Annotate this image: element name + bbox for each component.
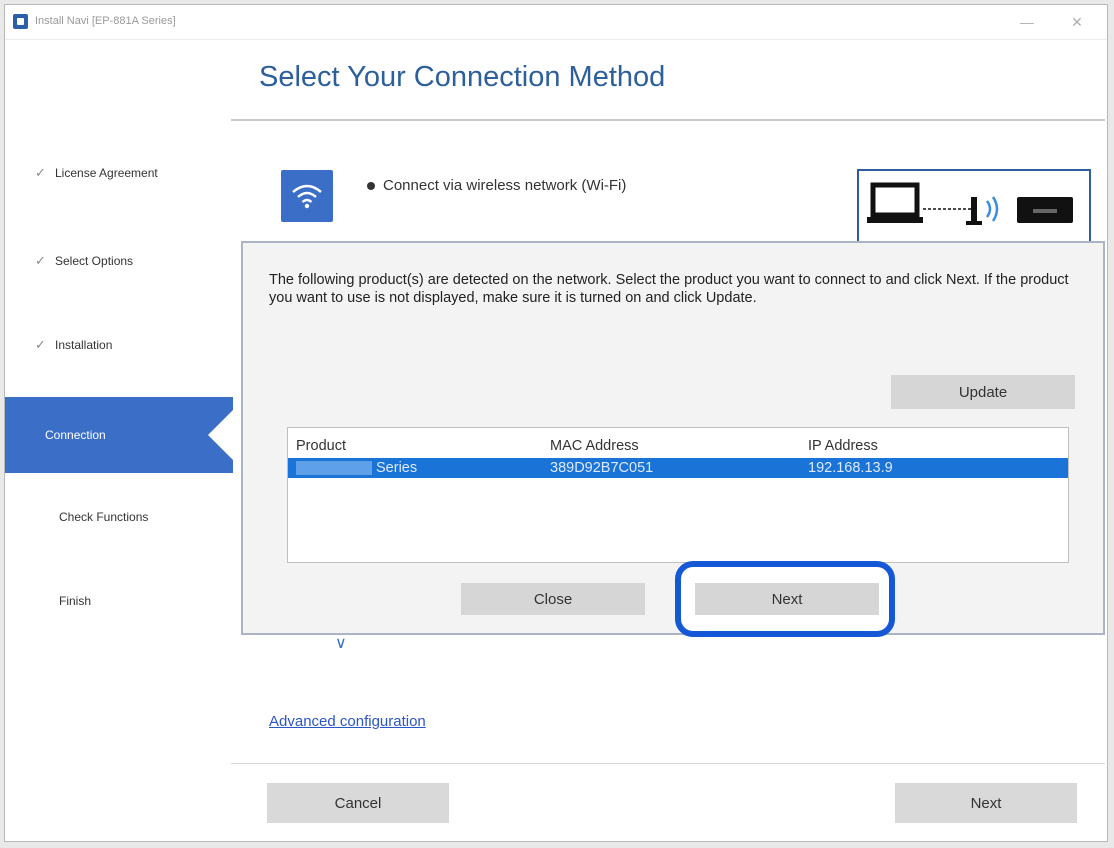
- close-button[interactable]: Close: [461, 583, 645, 615]
- app-icon: [13, 14, 28, 29]
- dialog-message: The following product(s) are detected on…: [269, 272, 1069, 306]
- title-bar[interactable]: Install Navi [EP-881A Series] — ✕: [5, 5, 1107, 40]
- sidebar-item-connection: Connection: [5, 397, 235, 473]
- column-header-mac-address: MAC Address: [550, 438, 639, 454]
- update-button[interactable]: Update: [891, 375, 1075, 409]
- connection-diagram: [857, 169, 1091, 251]
- sidebar-item-check-functions: Check Functions: [5, 497, 233, 537]
- product-cell: Series: [296, 458, 417, 478]
- sidebar-item-license-agreement: ✓ License Agreement: [5, 153, 233, 193]
- page-title: Select Your Connection Method: [259, 61, 666, 93]
- column-header-ip-address: IP Address: [808, 438, 878, 454]
- sidebar-item-finish: Finish: [5, 581, 233, 621]
- advanced-configuration-link[interactable]: Advanced configuration: [269, 713, 426, 730]
- sidebar-item-label: Finish: [59, 594, 92, 608]
- sidebar-item-label: Check Functions: [59, 510, 149, 524]
- dialog-next-button[interactable]: Next: [695, 583, 879, 615]
- window-title: Install Navi [EP-881A Series]: [35, 15, 176, 27]
- chevron-down-icon[interactable]: ∨: [335, 633, 347, 653]
- installer-window: Install Navi [EP-881A Series] — ✕ Select…: [4, 4, 1108, 842]
- table-header: Product MAC Address IP Address: [288, 436, 1068, 458]
- product-detection-dialog: The following product(s) are detected on…: [241, 241, 1105, 637]
- mac-address-cell: 389D92B7C051: [550, 460, 654, 476]
- wifi-option-label: Connect via wireless network (Wi-Fi): [383, 177, 627, 194]
- checkmark-icon: ✓: [35, 165, 46, 180]
- product-table: Product MAC Address IP Address Series 38…: [287, 427, 1069, 563]
- sidebar-item-installation: ✓ Installation: [5, 325, 233, 365]
- ip-address-cell: 192.168.13.9: [808, 460, 893, 476]
- column-header-product: Product: [296, 438, 346, 454]
- redacted-model-name: [296, 461, 372, 476]
- sidebar-item-label: Installation: [55, 338, 113, 352]
- radio-selected-icon: [367, 182, 375, 191]
- table-row[interactable]: Series 389D92B7C051 192.168.13.9: [288, 458, 1068, 478]
- header-divider: [231, 119, 1105, 121]
- footer-divider: [231, 763, 1105, 764]
- sidebar-item-select-options: ✓ Select Options: [5, 241, 233, 281]
- sidebar-item-label: License Agreement: [55, 166, 158, 180]
- sidebar-item-label: Select Options: [55, 254, 134, 268]
- footer-next-button[interactable]: Next: [895, 783, 1077, 823]
- wifi-radio-option[interactable]: Connect via wireless network (Wi-Fi): [367, 177, 626, 194]
- close-window-button[interactable]: ✕: [1057, 9, 1097, 35]
- checkmark-icon: ✓: [35, 253, 46, 268]
- sidebar-item-label: Connection: [45, 428, 106, 442]
- checkmark-icon: ✓: [35, 337, 46, 352]
- minimize-button[interactable]: —: [1007, 9, 1047, 35]
- wifi-icon: [281, 170, 333, 222]
- cancel-button[interactable]: Cancel: [267, 783, 449, 823]
